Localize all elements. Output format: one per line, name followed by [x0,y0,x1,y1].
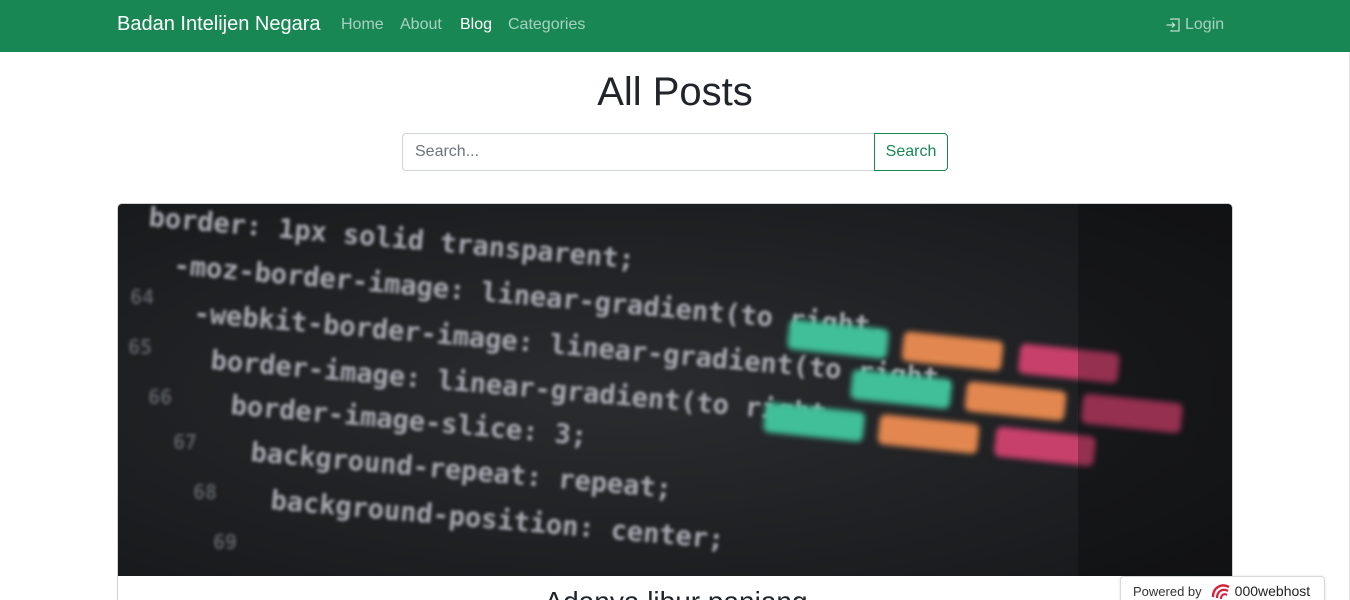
nav-link-blog[interactable]: Blog [460,16,492,34]
nav-link-categories[interactable]: Categories [508,16,585,34]
svg-text:65: 65 [128,335,152,359]
svg-text:68: 68 [193,480,217,504]
post-card[interactable]: 64 65 66 67 68 69 border: 1px solid tran… [117,203,1233,600]
svg-text:67: 67 [173,430,197,454]
post-image[interactable]: 64 65 66 67 68 69 border: 1px solid tran… [118,204,1233,576]
webhost-icon [1211,584,1230,600]
webhost-brand: 000webhost [1234,583,1311,599]
post-title[interactable]: Adanya libur panjang [118,586,1232,600]
login-icon [1165,17,1181,33]
top-navbar: Badan Intelijen Negara Home About Blog C… [0,0,1350,52]
powered-by-label: Powered by [1133,583,1202,599]
search-input[interactable] [402,133,875,171]
nav-link-home[interactable]: Home [341,16,384,34]
navbar-brand[interactable]: Badan Intelijen Negara [117,13,320,36]
nav-link-about[interactable]: About [400,16,442,34]
powered-by-badge[interactable]: Powered by 000webhost [1120,576,1325,600]
svg-text:64: 64 [130,285,154,309]
search-button[interactable]: Search [874,133,948,171]
webhost-logo: 000webhost [1210,581,1311,600]
login-link[interactable]: Login [1165,16,1224,34]
login-label: Login [1185,16,1225,33]
page-title: All Posts [597,70,753,114]
svg-text:66: 66 [148,385,172,409]
svg-text:69: 69 [213,530,237,554]
